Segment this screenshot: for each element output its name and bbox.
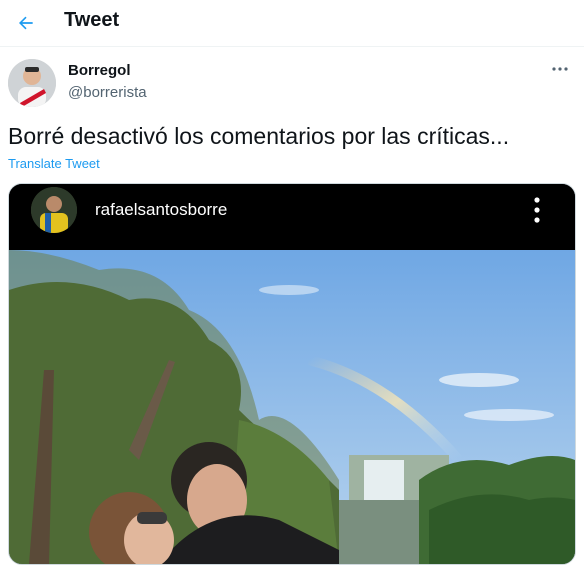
instagram-avatar-image — [31, 187, 77, 233]
instagram-more-button — [527, 196, 547, 224]
post-photo — [9, 250, 575, 564]
author-display-name[interactable]: Borregol — [68, 62, 131, 79]
more-vertical-icon — [534, 197, 540, 223]
tweet-text: Borré desactivó los comentarios por las … — [8, 123, 510, 149]
instagram-username: rafaelsantosborre — [95, 200, 228, 219]
arrow-left-icon — [19, 16, 33, 30]
top-header: Tweet — [0, 0, 584, 47]
tweet-author: Borregol @borrerista — [8, 59, 576, 109]
translate-tweet-link[interactable]: Translate Tweet — [8, 156, 100, 171]
more-horizontal-icon — [552, 67, 568, 71]
avatar[interactable] — [8, 59, 56, 107]
back-button[interactable] — [10, 7, 42, 39]
instagram-header: rafaelsantosborre — [9, 184, 575, 250]
avatar-image — [8, 59, 56, 107]
page-title: Tweet — [64, 9, 120, 31]
instagram-avatar — [31, 187, 77, 233]
author-handle[interactable]: @borrerista — [68, 84, 147, 101]
tweet-media[interactable]: rafaelsantosborre — [8, 183, 576, 565]
tweet-more-button[interactable] — [548, 59, 572, 79]
